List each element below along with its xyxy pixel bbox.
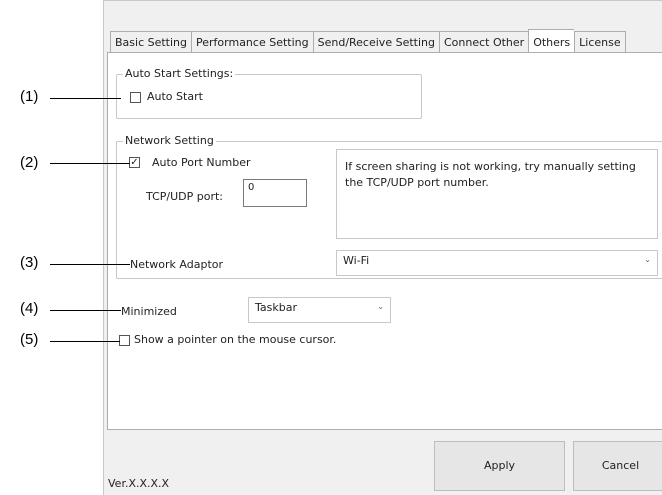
auto-port-label: Auto Port Number — [152, 156, 251, 169]
version-label: Ver.X.X.X.X — [108, 477, 170, 490]
show-pointer-label: Show a pointer on the mouse cursor. — [134, 333, 337, 346]
network-setting-group-title: Network Setting — [123, 134, 216, 147]
tab-send-receive-setting[interactable]: Send/Receive Setting — [312, 31, 439, 53]
tab-bar: Basic Setting Performance Setting Send/R… — [110, 29, 626, 53]
callout-2: (2) — [20, 154, 39, 171]
chevron-down-icon: ⌄ — [377, 302, 384, 311]
callout-line-4 — [50, 310, 121, 311]
callout-4: (4) — [20, 300, 39, 317]
show-pointer-checkbox[interactable] — [119, 335, 130, 346]
callout-line-3 — [50, 264, 130, 265]
tcp-udp-port-input[interactable]: 0 — [243, 179, 307, 207]
auto-port-checkbox[interactable]: ✓ — [129, 157, 140, 168]
tab-basic-setting[interactable]: Basic Setting — [110, 31, 192, 53]
cancel-button[interactable]: Cancel — [573, 441, 662, 491]
callout-1: (1) — [20, 88, 39, 105]
apply-button[interactable]: Apply — [434, 441, 565, 491]
callout-line-1 — [50, 98, 121, 99]
auto-start-label: Auto Start — [147, 90, 203, 103]
callout-line-5 — [50, 341, 120, 342]
tab-connect-other[interactable]: Connect Other — [438, 31, 529, 53]
network-adaptor-dropdown[interactable]: Wi-Fi ⌄ — [336, 250, 658, 276]
auto-start-group-title: Auto Start Settings: — [123, 67, 236, 80]
tab-others[interactable]: Others — [528, 29, 575, 53]
check-mark-icon: ✓ — [130, 157, 139, 168]
chevron-down-icon: ⌄ — [644, 255, 651, 264]
network-adaptor-label: Network Adaptor — [130, 258, 224, 271]
auto-start-checkbox[interactable] — [130, 92, 141, 103]
network-adaptor-value: Wi-Fi — [343, 254, 370, 267]
minimized-dropdown[interactable]: Taskbar ⌄ — [248, 297, 391, 323]
tab-license[interactable]: License — [574, 31, 626, 53]
minimized-value: Taskbar — [255, 301, 297, 314]
callout-5: (5) — [20, 331, 39, 348]
tcp-udp-port-label: TCP/UDP port: — [146, 190, 223, 203]
callout-line-2 — [50, 163, 130, 164]
callout-3: (3) — [20, 254, 39, 271]
port-info-text: If screen sharing is not working, try ma… — [336, 149, 658, 239]
minimized-label: Minimized — [121, 305, 177, 318]
tab-performance-setting[interactable]: Performance Setting — [191, 31, 313, 53]
